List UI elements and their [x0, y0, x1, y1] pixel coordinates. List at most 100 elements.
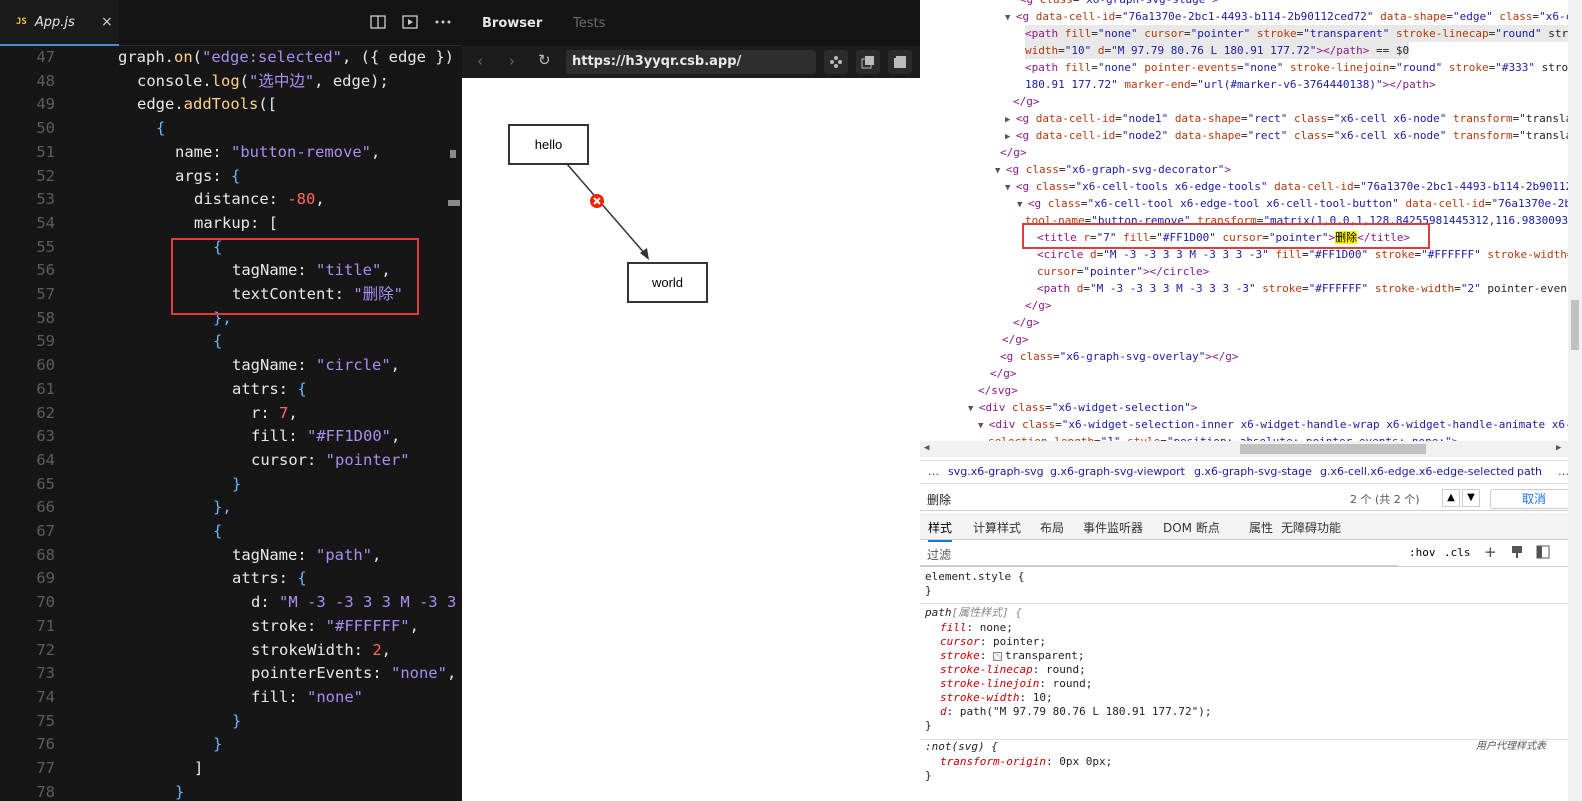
reload-icon[interactable]: ↻: [538, 51, 551, 69]
breadcrumb-item[interactable]: g.x6-graph-svg-viewport: [1050, 465, 1185, 478]
color-palette-icon[interactable]: [1510, 545, 1524, 562]
dom-node-line[interactable]: </g>: [1013, 93, 1040, 110]
tab-app-js[interactable]: JS App.js ×: [0, 0, 119, 46]
filter-input[interactable]: 过滤: [927, 546, 951, 563]
dom-node-line[interactable]: ▼ <g data-cell-id="76a1370e-2bc1-4493-b1…: [1005, 8, 1568, 25]
dom-node-line[interactable]: cursor="pointer"></circle>: [1037, 263, 1209, 280]
vertical-scrollbar[interactable]: [1568, 0, 1582, 801]
dom-node-line[interactable]: ▼ <g class="x6-graph-svg-decorator">: [995, 161, 1231, 178]
code-line[interactable]: 71 stroke: "#FFFFFF",: [0, 615, 462, 639]
dom-node-line[interactable]: 180.91 177.72" marker-end="url(#marker-v…: [1025, 76, 1436, 93]
url-input[interactable]: https://h3yyqr.csb.app/: [566, 50, 816, 74]
search-input[interactable]: 删除: [927, 491, 951, 508]
scroll-thumb[interactable]: [1240, 444, 1426, 454]
dom-node-line[interactable]: <path fill="none" cursor="pointer" strok…: [1025, 25, 1568, 42]
code-line[interactable]: 77]: [0, 757, 462, 781]
code-line[interactable]: 61 attrs: {: [0, 378, 462, 402]
styles-tab[interactable]: 事件监听器: [1083, 519, 1143, 536]
dom-node-line[interactable]: ▼ <g class="x6-cell-tool x6-edge-tool x6…: [1017, 195, 1568, 212]
search-cancel-button[interactable]: 取消: [1490, 489, 1578, 509]
hov-toggle[interactable]: :hov: [1409, 546, 1436, 559]
expand-toggle-icon[interactable]: ▼: [968, 404, 979, 414]
code-line[interactable]: 74 fill: "none": [0, 686, 462, 710]
dom-node-line[interactable]: </g>: [1013, 314, 1040, 331]
code-line[interactable]: 52 args: {: [0, 165, 462, 189]
copy-icon[interactable]: [856, 50, 880, 74]
search-prev-icon[interactable]: ▲: [1442, 489, 1460, 507]
css-property[interactable]: stroke-width: 10;: [940, 691, 1053, 705]
code-line[interactable]: 66},: [0, 496, 462, 520]
split-editor-icon[interactable]: [368, 12, 388, 32]
devtools-icon[interactable]: [824, 50, 848, 74]
dom-node-line[interactable]: <g class="x6-graph-svg-stage">: [1000, 0, 1219, 8]
expand-toggle-icon[interactable]: ▼: [1017, 200, 1028, 210]
code-line[interactable]: 49 edge.addTools([: [0, 93, 462, 117]
dom-node-line[interactable]: ▼ <g class="x6-cell-tools x6-edge-tools"…: [1005, 178, 1568, 195]
dom-node-line[interactable]: </g>: [1000, 144, 1027, 161]
breadcrumb-item[interactable]: g.x6-cell.x6-edge.x6-edge-selected: [1320, 465, 1514, 478]
back-icon[interactable]: ‹: [477, 52, 483, 70]
tab-tests[interactable]: Tests: [573, 16, 605, 31]
open-window-icon[interactable]: [888, 50, 912, 74]
dom-node-line[interactable]: ▶ <g data-cell-id="node1" data-shape="re…: [1005, 110, 1568, 127]
styles-tab[interactable]: 无障碍功能: [1281, 519, 1341, 536]
code-line[interactable]: 75}: [0, 710, 462, 734]
scroll-right-icon[interactable]: ▶: [1556, 443, 1561, 453]
remove-edge-button[interactable]: [590, 194, 604, 208]
code-line[interactable]: 78}: [0, 781, 462, 801]
code-line[interactable]: 64 cursor: "pointer": [0, 449, 462, 473]
code-line[interactable]: 51 name: "button-remove",: [0, 141, 462, 165]
styles-tab[interactable]: DOM 断点: [1163, 519, 1220, 536]
dom-node-line[interactable]: <path d="M -3 -3 3 3 M -3 3 3 -3" stroke…: [1037, 280, 1567, 297]
styles-tab[interactable]: 属性: [1249, 519, 1273, 536]
dom-node-line[interactable]: </g>: [1002, 331, 1029, 348]
breadcrumb-item[interactable]: svg.x6-graph-svg: [948, 465, 1044, 478]
code-line[interactable]: 68 tagName: "path",: [0, 544, 462, 568]
scroll-left-icon[interactable]: ◀: [924, 443, 929, 453]
search-next-icon[interactable]: ▼: [1462, 489, 1480, 507]
add-rule-icon[interactable]: +: [1484, 543, 1497, 561]
cls-toggle[interactable]: .cls: [1444, 546, 1471, 559]
color-swatch[interactable]: [993, 651, 1002, 661]
code-line[interactable]: 72 strokeWidth: 2,: [0, 639, 462, 663]
code-line[interactable]: 63 fill: "#FF1D00",: [0, 425, 462, 449]
dom-node-line[interactable]: ▼ <div class="x6-widget-selection-inner …: [978, 416, 1568, 433]
code-line[interactable]: 62 r: 7,: [0, 402, 462, 426]
expand-toggle-icon[interactable]: ▼: [1005, 183, 1016, 193]
code-line[interactable]: 59 {: [0, 330, 462, 354]
expand-toggle-icon[interactable]: ▼: [978, 421, 989, 431]
styles-tab[interactable]: 计算样式: [973, 519, 1021, 536]
dom-node-line[interactable]: ▶ <g data-cell-id="node2" data-shape="re…: [1005, 127, 1568, 144]
code-line[interactable]: 73 pointerEvents: "none",: [0, 662, 462, 686]
code-line[interactable]: 67 {: [0, 520, 462, 544]
dom-node-line[interactable]: </svg>: [978, 382, 1018, 399]
horizontal-scrollbar[interactable]: ◀ ▶: [920, 441, 1568, 457]
tab-browser[interactable]: Browser: [482, 16, 542, 31]
styles-tab[interactable]: 布局: [1040, 519, 1064, 536]
path-rule-selector[interactable]: path[属性样式] {: [925, 606, 1022, 620]
transform-origin-prop[interactable]: transform-origin: 0px 0px;: [940, 755, 1112, 769]
dom-node-line[interactable]: width="10" d="M 97.79 80.76 L 180.91 177…: [1025, 42, 1410, 59]
not-svg-selector[interactable]: :not(svg) {: [925, 740, 998, 754]
dom-node-line[interactable]: </g>: [990, 365, 1017, 382]
css-property[interactable]: fill: none;: [940, 621, 1013, 635]
code-line[interactable]: 48 console.log("选中边", edge);: [0, 70, 462, 94]
expand-toggle-icon[interactable]: ▼: [995, 166, 1006, 176]
code-line[interactable]: 50 {: [0, 117, 462, 141]
dom-node-line[interactable]: <path fill="none" pointer-events="none" …: [1025, 59, 1568, 76]
scroll-thumb[interactable]: [1571, 300, 1579, 350]
more-icon[interactable]: [433, 12, 453, 32]
dom-node-line[interactable]: </g>: [1025, 297, 1052, 314]
expand-toggle-icon[interactable]: ▼: [1005, 13, 1016, 23]
styles-tab[interactable]: 样式: [928, 519, 953, 542]
node-world[interactable]: world: [627, 262, 708, 303]
sidebar-toggle-icon[interactable]: [1536, 545, 1550, 562]
css-property[interactable]: stroke: transparent;: [940, 649, 1084, 663]
expand-toggle-icon[interactable]: ▶: [1005, 115, 1016, 125]
code-line[interactable]: 76}: [0, 733, 462, 757]
preview-icon[interactable]: [400, 12, 420, 32]
graph-edge[interactable]: [566, 163, 647, 256]
code-line[interactable]: 65}: [0, 473, 462, 497]
code-line[interactable]: 60 tagName: "circle",: [0, 354, 462, 378]
breadcrumb-item[interactable]: g.x6-graph-svg-stage: [1194, 465, 1312, 478]
